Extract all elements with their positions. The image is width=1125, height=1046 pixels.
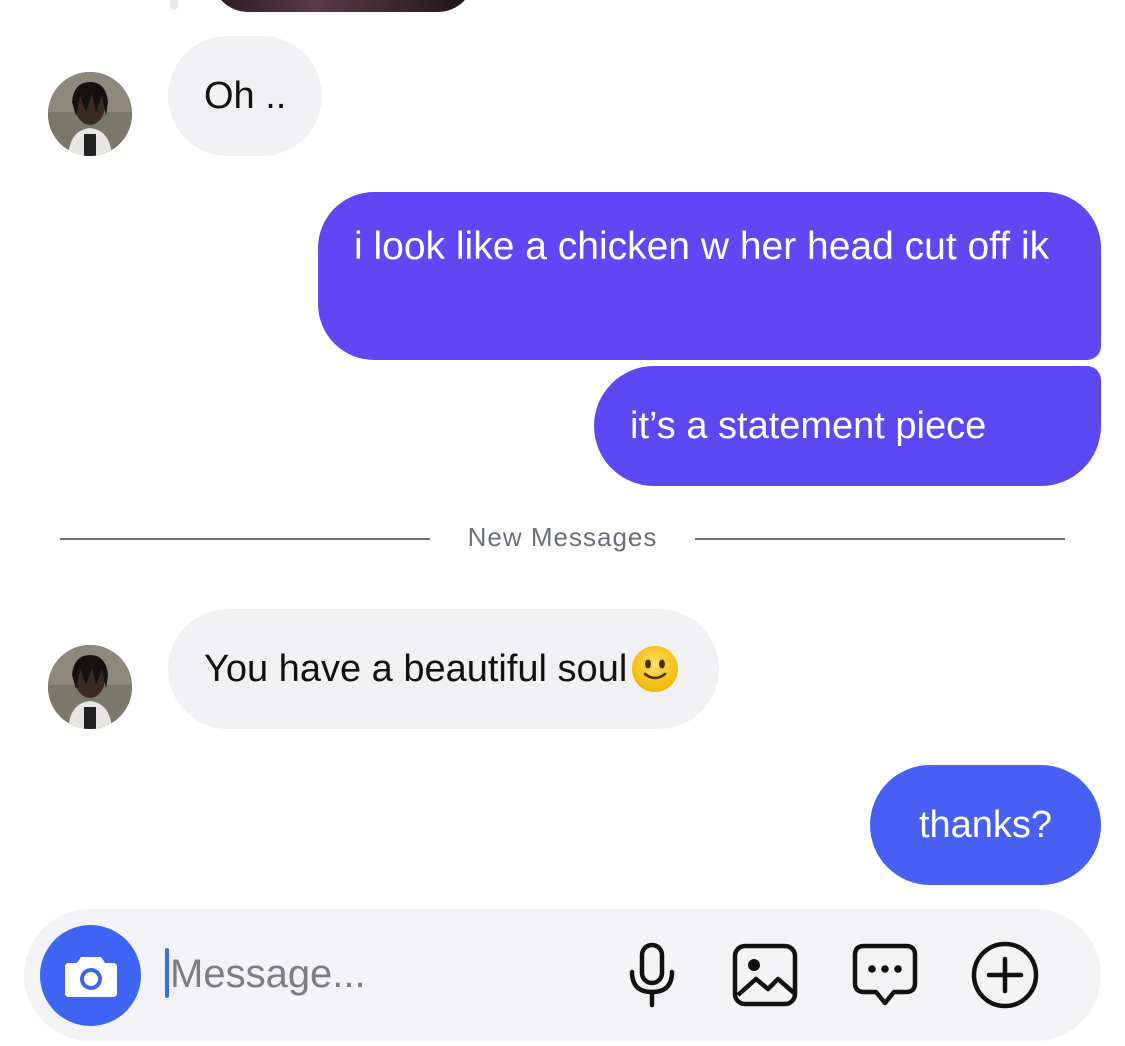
microphone-icon <box>629 942 675 1008</box>
camera-icon <box>64 956 117 997</box>
gallery-button[interactable] <box>730 940 800 1010</box>
message-text: Oh .. <box>204 75 287 117</box>
plus-circle-icon <box>971 941 1039 1009</box>
previous-shared-image[interactable] <box>212 0 474 12</box>
new-messages-label: New Messages <box>467 522 658 552</box>
chat-dots-icon <box>852 943 918 1006</box>
message-bubble-incoming[interactable]: Oh .. <box>168 36 323 156</box>
message-bubble-outgoing[interactable]: thanks? <box>870 765 1101 885</box>
text-caret <box>165 948 169 998</box>
message-bubble-outgoing[interactable]: i look like a chicken w her head cut off… <box>318 192 1101 360</box>
avatar[interactable] <box>48 72 132 156</box>
divider-line-right <box>695 538 1065 540</box>
slightly-smiling-face-icon <box>632 646 679 692</box>
thread-connector <box>170 0 178 10</box>
message-input[interactable] <box>170 944 590 1004</box>
message-text: it’s a statement piece <box>630 405 987 447</box>
microphone-button[interactable] <box>617 940 687 1010</box>
chat-screen: Oh .. i look like a chicken w her head c… <box>0 0 1125 1046</box>
message-text: thanks? <box>918 804 1053 846</box>
message-bubble-incoming[interactable]: You have a beautiful soul <box>168 609 720 729</box>
camera-button[interactable] <box>40 925 141 1026</box>
divider-line-left <box>60 538 430 540</box>
message-text: i look like a chicken w her head cut off… <box>354 225 1050 268</box>
sticker-button[interactable] <box>850 940 920 1010</box>
image-icon <box>732 943 798 1007</box>
avatar[interactable] <box>48 645 132 729</box>
message-text: You have a beautiful soul <box>204 648 628 690</box>
add-button[interactable] <box>970 940 1040 1010</box>
message-bubble-outgoing[interactable]: it’s a statement piece <box>594 366 1101 486</box>
